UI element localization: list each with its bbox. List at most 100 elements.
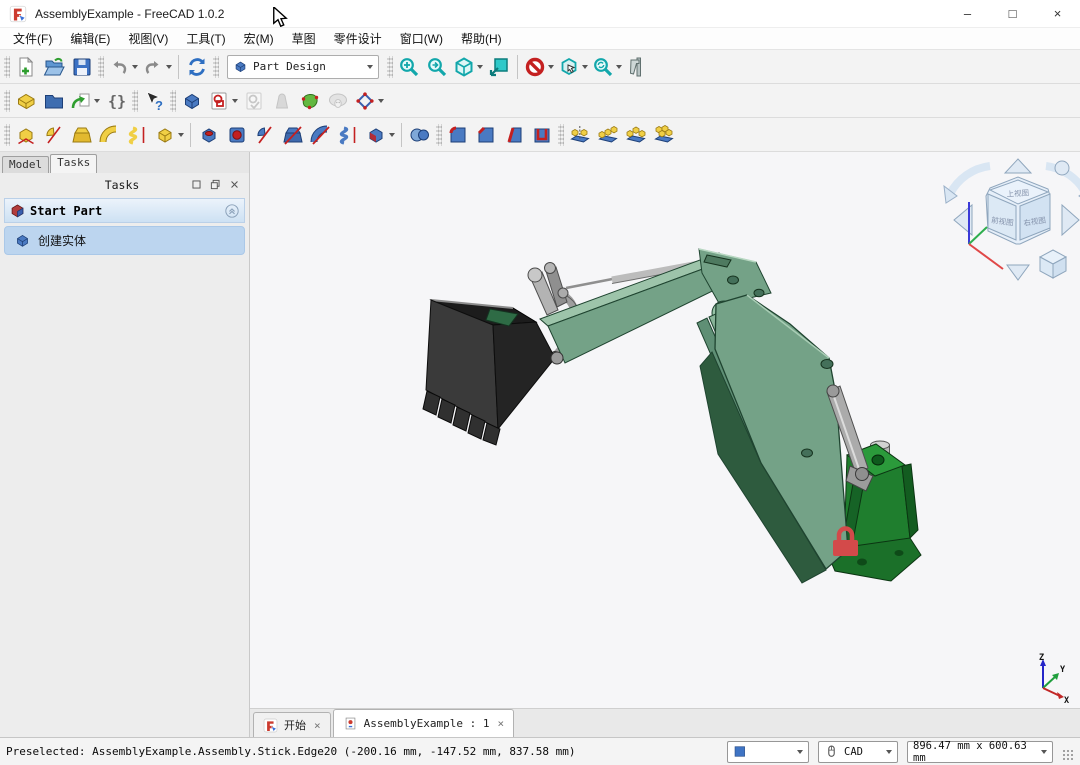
polar-pattern-button[interactable] — [622, 121, 650, 149]
additive-helix-button[interactable] — [124, 121, 152, 149]
zoom-fit-selection-button[interactable] — [423, 53, 451, 81]
float-window-button[interactable] — [207, 177, 223, 193]
menu-item-3[interactable]: 工具(T) — [177, 28, 234, 49]
pocket-icon — [198, 124, 220, 146]
menu-item-1[interactable]: 编辑(E) — [61, 28, 119, 49]
dock-window-button[interactable] — [188, 177, 204, 193]
workbench-selector[interactable]: Part Design — [227, 55, 379, 79]
chamfer-button[interactable] — [472, 121, 500, 149]
close-tab-button[interactable]: × — [314, 719, 321, 732]
task-item-create-body[interactable]: 创建实体 — [4, 226, 245, 255]
toolbar-grip[interactable] — [4, 124, 10, 146]
multitransform-icon — [653, 124, 675, 146]
task-section-start-part[interactable]: Start Part — [4, 198, 245, 223]
primitive-box-button[interactable] — [152, 121, 186, 149]
pocket-button[interactable] — [195, 121, 223, 149]
menu-item-2[interactable]: 视图(V) — [119, 28, 177, 49]
menu-item-8[interactable]: 帮助(H) — [452, 28, 511, 49]
zoom-fit-all-button[interactable] — [395, 53, 423, 81]
new-document-button[interactable] — [12, 53, 40, 81]
menu-item-0[interactable]: 文件(F) — [4, 28, 61, 49]
excavator-arm-assembly-model[interactable] — [423, 249, 921, 583]
document-tab-0[interactable]: 开始× — [253, 712, 331, 737]
additive-pipe-button[interactable] — [96, 121, 124, 149]
toolbar-grip[interactable] — [98, 56, 104, 78]
create-datum-button[interactable] — [352, 87, 386, 115]
menu-item-4[interactable]: 宏(M) — [235, 28, 283, 49]
tilt-up-arrow[interactable] — [1005, 159, 1031, 173]
draw-style-selector[interactable] — [727, 741, 809, 763]
subtractive-loft-button[interactable] — [279, 121, 307, 149]
linear-pattern-button[interactable] — [594, 121, 622, 149]
sync-view-button[interactable] — [590, 53, 624, 81]
subtractive-pipe-button[interactable] — [307, 121, 335, 149]
view-dimensions-selector[interactable]: 896.47 mm x 600.63 mm — [907, 741, 1053, 763]
document-tab-1[interactable]: AssemblyExample : 1× — [333, 709, 514, 737]
nav-cube-menu-button[interactable] — [1055, 161, 1069, 175]
create-body-icon — [233, 59, 248, 74]
subtractive-helix-button[interactable] — [335, 121, 363, 149]
toolbar-grip[interactable] — [213, 56, 219, 78]
open-document-button[interactable] — [40, 53, 68, 81]
close-window-button[interactable] — [226, 177, 242, 193]
minimize-button[interactable]: – — [945, 0, 990, 27]
hole-button[interactable] — [223, 121, 251, 149]
draft-button[interactable] — [500, 121, 528, 149]
shape-binder-button[interactable] — [296, 87, 324, 115]
additive-loft-button[interactable] — [68, 121, 96, 149]
toolbar-grip[interactable] — [4, 90, 10, 112]
make-link-button[interactable] — [68, 87, 102, 115]
measure-button[interactable] — [624, 53, 652, 81]
navigation-cube[interactable]: 上视图 前视图 右视图 — [944, 159, 1080, 280]
toolbar-grip[interactable] — [387, 56, 393, 78]
mini-cube-button[interactable] — [1040, 250, 1066, 278]
rotate-ccw-arrow[interactable] — [1062, 205, 1079, 235]
toolbar-grip[interactable] — [558, 124, 564, 146]
clipping-plane-button[interactable] — [522, 53, 556, 81]
maximize-button[interactable]: □ — [990, 0, 1035, 27]
toolbar-grip[interactable] — [4, 56, 10, 78]
tilt-down-arrow[interactable] — [1007, 265, 1029, 280]
panel-tab-tasks[interactable]: Tasks — [50, 154, 97, 173]
groove-button[interactable] — [251, 121, 279, 149]
close-button[interactable]: × — [1035, 0, 1080, 27]
thickness-button[interactable] — [528, 121, 556, 149]
menu-item-5[interactable]: 草图 — [283, 28, 325, 49]
whats-this-button[interactable]: ? — [140, 87, 168, 115]
create-body-button[interactable] — [178, 87, 206, 115]
undo-button[interactable] — [106, 53, 140, 81]
box-zoom-button[interactable] — [485, 53, 513, 81]
menu-item-6[interactable]: 零件设计 — [325, 28, 391, 49]
subtractive-box-button[interactable] — [363, 121, 397, 149]
model-bucket[interactable] — [423, 300, 563, 445]
window-resize-grip[interactable] — [1062, 749, 1074, 761]
toolbar-grip[interactable] — [170, 90, 176, 112]
navigation-style-selector[interactable]: CAD — [818, 741, 898, 763]
create-sketch-button[interactable] — [206, 87, 240, 115]
save-document-button[interactable] — [68, 53, 96, 81]
boolean-operation-button[interactable] — [406, 121, 434, 149]
revolution-button[interactable] — [40, 121, 68, 149]
redo-button[interactable] — [140, 53, 174, 81]
fillet-button[interactable] — [444, 121, 472, 149]
toolbar-grip[interactable] — [132, 90, 138, 112]
mouse-cursor — [272, 7, 288, 27]
close-tab-button[interactable]: × — [497, 717, 504, 730]
multitransform-button[interactable] — [650, 121, 678, 149]
expression-editor-button[interactable]: {} — [102, 87, 130, 115]
create-part-button[interactable] — [12, 87, 40, 115]
panel-tab-model[interactable]: Model — [2, 156, 49, 173]
menu-item-7[interactable]: 窗口(W) — [391, 28, 452, 49]
3d-viewport[interactable]: 上视图 前视图 右视图 — [250, 152, 1080, 708]
refresh-button[interactable] — [183, 53, 211, 81]
create-group-button[interactable] — [40, 87, 68, 115]
isometric-view-button[interactable] — [451, 53, 485, 81]
toolbar-grip[interactable] — [436, 124, 442, 146]
dropdown-caret-icon — [548, 65, 554, 69]
view-dimensions-value: 896.47 mm x 600.63 mm — [913, 740, 1036, 764]
box-element-selection-button[interactable] — [556, 53, 590, 81]
pad-button[interactable] — [12, 121, 40, 149]
collapse-section-button[interactable] — [224, 203, 240, 219]
mirrored-button[interactable] — [566, 121, 594, 149]
task-item-label: 创建实体 — [38, 232, 86, 249]
